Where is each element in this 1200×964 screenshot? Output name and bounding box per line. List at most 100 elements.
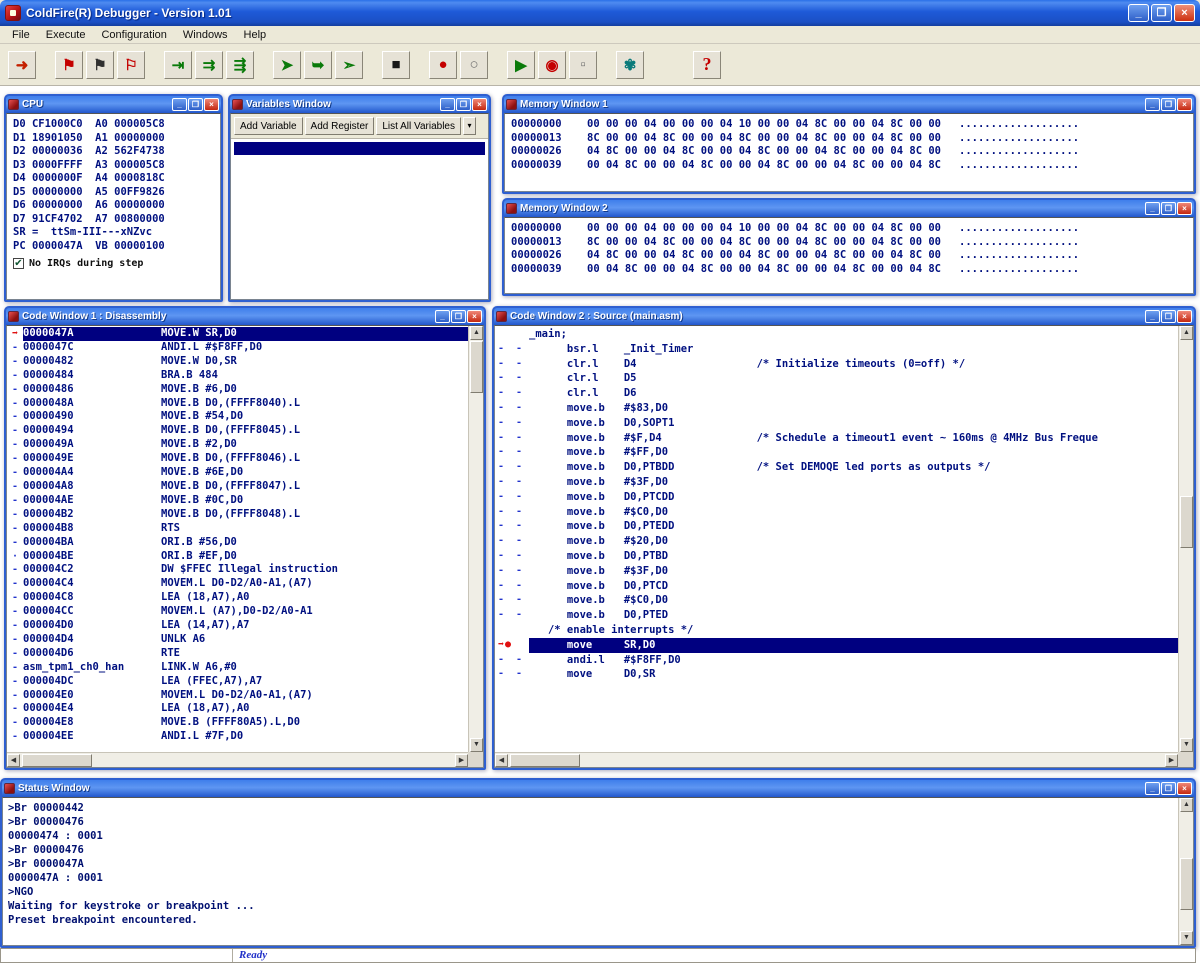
memory-window-2-titlebar[interactable]: Memory Window 2 (504, 200, 1194, 217)
breakpoint-gutter[interactable]: - (7, 438, 23, 452)
step-into-button[interactable]: ⇥ (164, 51, 192, 79)
disassembly-line[interactable]: - 00000490 MOVE.B #54,D0 (7, 410, 468, 424)
minimize-button[interactable] (435, 310, 450, 323)
breakpoint-gutter[interactable]: - (7, 480, 23, 494)
breakpoint-gutter[interactable]: - - (495, 549, 529, 564)
menu-item[interactable]: Configuration (93, 28, 174, 42)
skip-breakpoint-button[interactable]: ▫ (569, 51, 597, 79)
memory-row[interactable]: 00000039 00 04 8C 00 00 04 8C 00 00 04 8… (511, 263, 1191, 277)
source-line[interactable]: /* enable interrupts */ (495, 623, 1178, 638)
breakpoint-gutter[interactable]: - - (495, 460, 529, 475)
minimize-button[interactable] (440, 98, 455, 111)
maximize-button[interactable] (456, 98, 471, 111)
breakpoint-gutter[interactable]: - (7, 591, 23, 605)
source-line[interactable]: - - move.b #$3F,D0 (495, 475, 1178, 490)
disassembly-line[interactable]: · 000004BE ORI.B #EF,D0 (7, 550, 468, 564)
breakpoint-gutter[interactable]: - - (495, 505, 529, 520)
breakpoint-gutter[interactable]: - (7, 522, 23, 536)
close-button[interactable] (467, 310, 482, 323)
help-button[interactable]: ? (693, 51, 721, 79)
source-line[interactable]: - - move D0,SR (495, 667, 1178, 682)
vertical-scrollbar[interactable] (468, 326, 483, 752)
breakpoint-gutter[interactable]: ➡● (495, 638, 529, 653)
memory-row[interactable]: 00000026 04 8C 00 00 04 8C 00 00 04 8C 0… (511, 249, 1191, 263)
disassembly-line[interactable]: - 000004E8 MOVE.B (FFFF80A5).L,D0 (7, 716, 468, 730)
breakpoint-gutter[interactable]: - - (495, 357, 529, 372)
scroll-down-icon[interactable] (1180, 931, 1193, 945)
disassembly-line[interactable]: - 000004DC LEA (FFEC,A7),A7 (7, 675, 468, 689)
menu-item[interactable]: File (4, 28, 38, 42)
scroll-up-icon[interactable] (1180, 798, 1193, 812)
close-button[interactable] (1177, 202, 1192, 215)
run-to-cursor-button[interactable]: ➥ (304, 51, 332, 79)
variables-toolbar-button[interactable]: Add Register (305, 117, 375, 135)
breakpoint-gutter[interactable]: - (7, 508, 23, 522)
disassembly-line[interactable]: - 000004E4 LEA (18,A7),A0 (7, 702, 468, 716)
maximize-button[interactable] (1161, 310, 1176, 323)
breakpoint-gutter[interactable]: - (7, 355, 23, 369)
vertical-scrollbar[interactable] (1178, 798, 1193, 945)
breakpoint-gutter[interactable]: - - (495, 431, 529, 446)
breakpoint-gutter[interactable]: - (7, 675, 23, 689)
disassembly-line[interactable]: - asm_tpm1_ch0_han LINK.W A6,#0 (7, 661, 468, 675)
maximize-button[interactable] (1161, 202, 1176, 215)
breakpoint-gutter[interactable]: - (7, 383, 23, 397)
disassembly-line[interactable]: - 000004A4 MOVE.B #6E,D0 (7, 466, 468, 480)
disassembly-line[interactable]: - 000004CC MOVEM.L (A7),D0-D2/A0-A1 (7, 605, 468, 619)
disassembly-line[interactable]: - 000004EE ANDI.L #7F,D0 (7, 730, 468, 744)
breakpoint-gutter[interactable]: - (7, 563, 23, 577)
breakpoint-gutter[interactable]: - - (495, 667, 529, 682)
go-to-breakpoint-button[interactable]: ▶ (507, 51, 535, 79)
breakpoint-gutter[interactable]: - (7, 689, 23, 703)
breakpoint-gutter[interactable]: - - (495, 401, 529, 416)
source-line[interactable]: - - move.b #$3F,D0 (495, 564, 1178, 579)
menu-item[interactable]: Execute (38, 28, 94, 42)
breakpoint-gutter[interactable]: - (7, 410, 23, 424)
breakpoint-gutter[interactable]: - (7, 633, 23, 647)
scroll-down-icon[interactable] (1180, 738, 1193, 752)
status-window-titlebar[interactable]: Status Window (2, 780, 1194, 797)
clear-all-breakpoints-button[interactable]: ⚐ (117, 51, 145, 79)
source-line[interactable]: - - clr.l D5 (495, 371, 1178, 386)
disassembly-line[interactable]: - 000004A8 MOVE.B D0,(FFFF8047).L (7, 480, 468, 494)
breakpoint-gutter[interactable]: - (7, 716, 23, 730)
minimize-button[interactable] (1145, 98, 1160, 111)
source-line[interactable]: - - move.b #$20,D0 (495, 534, 1178, 549)
maximize-button[interactable] (451, 310, 466, 323)
disassembly-line[interactable]: - 0000048A MOVE.B D0,(FFFF8040).L (7, 397, 468, 411)
scroll-left-icon[interactable] (495, 754, 508, 767)
maximize-button[interactable] (1151, 4, 1172, 22)
scroll-right-icon[interactable] (1165, 754, 1178, 767)
selected-variable-row[interactable] (234, 142, 485, 155)
minimize-button[interactable] (1128, 4, 1149, 22)
disassembly-line[interactable]: - 000004C4 MOVEM.L D0-D2/A0-A1,(A7) (7, 577, 468, 591)
memory-row[interactable]: 00000013 8C 00 00 04 8C 00 00 04 8C 00 0… (511, 132, 1191, 146)
source-line[interactable]: - - move.b D0,SOPT1 (495, 416, 1178, 431)
code-window-1-titlebar[interactable]: Code Window 1 : Disassembly (6, 308, 484, 325)
variables-toolbar-button[interactable]: List All Variables (376, 117, 461, 135)
step-out-button[interactable]: ⇶ (226, 51, 254, 79)
disassembly-line[interactable]: - 000004B2 MOVE.B D0,(FFFF8048).L (7, 508, 468, 522)
minimize-button[interactable] (1145, 782, 1160, 795)
disassembly-line[interactable]: - 000004C2 DW $FFEC Illegal instruction (7, 563, 468, 577)
disassembly-line[interactable]: - 000004BA ORI.B #56,D0 (7, 536, 468, 550)
source-line[interactable]: - - clr.l D6 (495, 386, 1178, 401)
breakpoint-gutter[interactable]: - (7, 702, 23, 716)
scroll-right-icon[interactable] (455, 754, 468, 767)
run-fast-button[interactable]: ➣ (335, 51, 363, 79)
source-line[interactable]: - - move.b D0,PTBDD /* Set DEMOQE led po… (495, 460, 1178, 475)
source-line[interactable]: - - move.b #$FF,D0 (495, 445, 1178, 460)
breakpoint-gutter[interactable]: - - (495, 445, 529, 460)
breakpoint-gutter[interactable]: - - (495, 342, 529, 357)
scroll-up-icon[interactable] (1180, 326, 1193, 340)
disassembly-line[interactable]: - 000004C8 LEA (18,A7),A0 (7, 591, 468, 605)
source-line[interactable]: - - clr.l D4 /* Initialize timeouts (0=o… (495, 357, 1178, 372)
breakpoint-gutter[interactable]: - (7, 369, 23, 383)
disassembly-line[interactable]: - 0000047C ANDI.L #$F8FF,D0 (7, 341, 468, 355)
variables-toolbar-button[interactable]: Add Variable (234, 117, 303, 135)
menu-item[interactable]: Help (236, 28, 275, 42)
breakpoint-gutter[interactable]: - - (495, 608, 529, 623)
breakpoint-gutter[interactable]: - (7, 397, 23, 411)
disassembly-line[interactable]: - 000004E0 MOVEM.L D0-D2/A0-A1,(A7) (7, 689, 468, 703)
breakpoint-gutter[interactable]: - - (495, 490, 529, 505)
